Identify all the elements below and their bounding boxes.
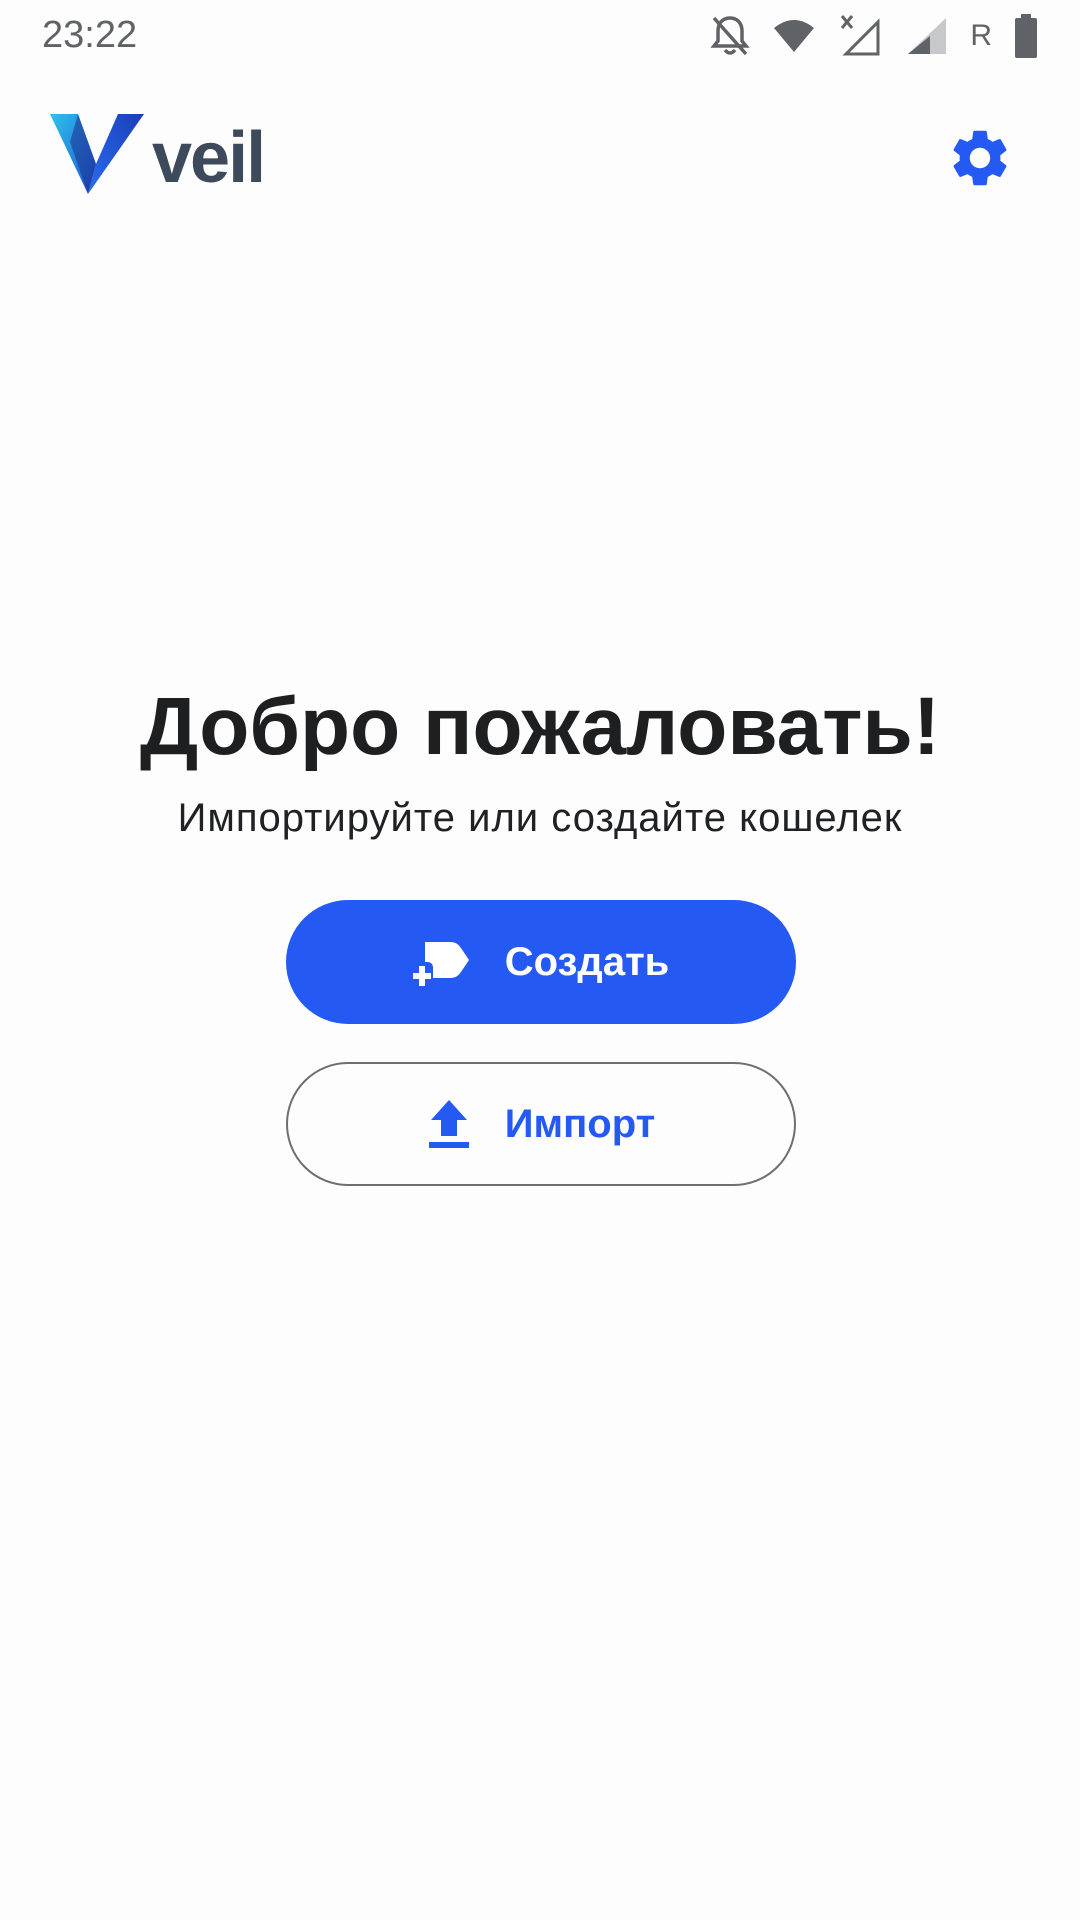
gear-icon [946,130,1014,196]
notifications-off-icon [710,14,750,58]
import-wallet-button[interactable]: Импорт [286,1062,796,1186]
status-bar: 23:22 R [0,0,1080,80]
upload-icon [427,1098,471,1150]
screen: 23:22 R veil Добро пожаловать! Импортиру… [0,0,1080,1920]
add-card-icon [412,938,471,986]
wifi-icon [772,18,816,54]
settings-button[interactable] [946,124,1014,192]
app-logo: veil [48,112,266,203]
roaming-indicator: R [970,19,992,52]
logo-text: veil [152,117,266,198]
import-button-label: Импорт [504,1101,656,1146]
welcome-subtitle: Импортируйте или создайте кошелек [177,796,903,840]
signal-icon [904,16,948,56]
create-button-label: Создать [504,939,670,984]
signal-no-data-icon [838,14,882,58]
status-icons: R [710,12,1038,60]
app-header: veil [0,100,1080,210]
battery-icon [1014,14,1038,58]
status-time: 23:22 [42,14,138,56]
create-wallet-button[interactable]: Создать [286,900,796,1024]
veil-logo-icon [48,112,146,203]
welcome-title: Добро пожаловать! [139,681,941,772]
